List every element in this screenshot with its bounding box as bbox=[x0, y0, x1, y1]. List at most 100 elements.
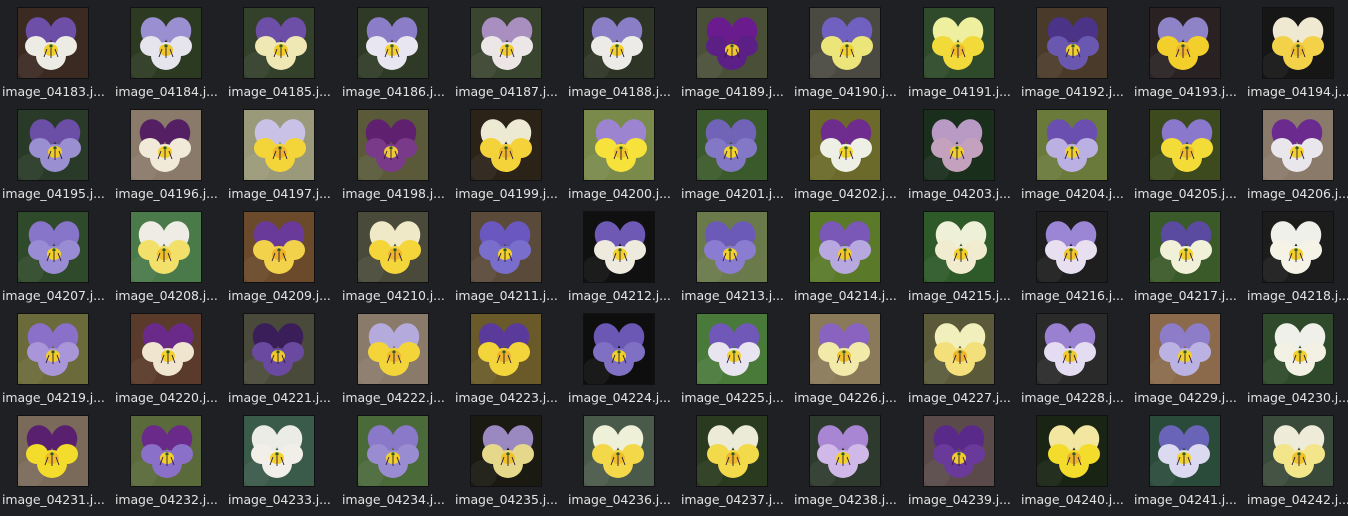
file-item[interactable]: image_04205.j... bbox=[1132, 102, 1245, 204]
file-thumbnail[interactable] bbox=[1037, 110, 1107, 180]
file-item[interactable]: image_04186.j... bbox=[340, 0, 453, 102]
file-name-label[interactable]: image_04241.j... bbox=[1134, 491, 1242, 508]
file-item[interactable]: image_04206.j... bbox=[1245, 102, 1348, 204]
file-name-label[interactable]: image_04233.j... bbox=[228, 491, 336, 508]
file-item[interactable]: image_04212.j... bbox=[566, 204, 679, 306]
file-item[interactable]: image_04238.j... bbox=[792, 408, 905, 510]
file-name-label[interactable]: image_04200.j... bbox=[568, 185, 676, 202]
file-item[interactable]: image_04215.j... bbox=[906, 204, 1019, 306]
file-item[interactable]: image_04209.j... bbox=[226, 204, 339, 306]
file-item[interactable]: image_04201.j... bbox=[679, 102, 792, 204]
file-name-label[interactable]: image_04202.j... bbox=[794, 185, 902, 202]
file-name-label[interactable]: image_04209.j... bbox=[228, 287, 336, 304]
file-name-label[interactable]: image_04203.j... bbox=[908, 185, 1016, 202]
file-thumbnail[interactable] bbox=[584, 212, 654, 282]
file-name-label[interactable]: image_04211.j... bbox=[455, 287, 563, 304]
file-name-label[interactable]: image_04212.j... bbox=[568, 287, 676, 304]
file-thumbnail[interactable] bbox=[1037, 416, 1107, 486]
file-thumbnail[interactable] bbox=[1263, 416, 1333, 486]
file-name-label[interactable]: image_04217.j... bbox=[1134, 287, 1242, 304]
file-name-label[interactable]: image_04195.j... bbox=[2, 185, 110, 202]
file-name-label[interactable]: image_04236.j... bbox=[568, 491, 676, 508]
file-item[interactable]: image_04217.j... bbox=[1132, 204, 1245, 306]
file-thumbnail[interactable] bbox=[131, 314, 201, 384]
file-name-label[interactable]: image_04206.j... bbox=[1247, 185, 1348, 202]
file-item[interactable]: image_04193.j... bbox=[1132, 0, 1245, 102]
file-item[interactable]: image_04232.j... bbox=[113, 408, 226, 510]
file-name-label[interactable]: image_04226.j... bbox=[794, 389, 902, 406]
file-item[interactable]: image_04204.j... bbox=[1019, 102, 1132, 204]
file-thumbnail[interactable] bbox=[131, 212, 201, 282]
file-name-label[interactable]: image_04191.j... bbox=[908, 83, 1016, 100]
file-item[interactable]: image_04222.j... bbox=[340, 306, 453, 408]
file-name-label[interactable]: image_04187.j... bbox=[455, 83, 563, 100]
file-thumbnail[interactable] bbox=[1150, 416, 1220, 486]
file-thumbnail[interactable] bbox=[18, 212, 88, 282]
file-name-label[interactable]: image_04194.j... bbox=[1247, 83, 1348, 100]
file-item[interactable]: image_04226.j... bbox=[792, 306, 905, 408]
file-item[interactable]: image_04184.j... bbox=[113, 0, 226, 102]
file-thumbnail[interactable] bbox=[924, 212, 994, 282]
file-thumbnail[interactable] bbox=[697, 212, 767, 282]
file-thumbnail[interactable] bbox=[244, 416, 314, 486]
file-item[interactable]: image_04225.j... bbox=[679, 306, 792, 408]
file-thumbnail[interactable] bbox=[1263, 8, 1333, 78]
file-item[interactable]: image_04240.j... bbox=[1019, 408, 1132, 510]
file-name-label[interactable]: image_04225.j... bbox=[681, 389, 789, 406]
file-thumbnail[interactable] bbox=[1150, 314, 1220, 384]
file-name-label[interactable]: image_04216.j... bbox=[1021, 287, 1129, 304]
file-thumbnail[interactable] bbox=[131, 416, 201, 486]
file-item[interactable]: image_04234.j... bbox=[340, 408, 453, 510]
file-name-label[interactable]: image_04230.j... bbox=[1247, 389, 1348, 406]
file-thumbnail[interactable] bbox=[1263, 314, 1333, 384]
file-name-label[interactable]: image_04192.j... bbox=[1021, 83, 1129, 100]
file-item[interactable]: image_04197.j... bbox=[226, 102, 339, 204]
file-item[interactable]: image_04190.j... bbox=[792, 0, 905, 102]
file-name-label[interactable]: image_04219.j... bbox=[2, 389, 110, 406]
file-thumbnail[interactable] bbox=[244, 8, 314, 78]
file-item[interactable]: image_04227.j... bbox=[906, 306, 1019, 408]
file-item[interactable]: image_04223.j... bbox=[453, 306, 566, 408]
file-thumbnail[interactable] bbox=[18, 416, 88, 486]
file-name-label[interactable]: image_04239.j... bbox=[908, 491, 1016, 508]
file-thumbnail[interactable] bbox=[924, 110, 994, 180]
file-thumbnail[interactable] bbox=[131, 8, 201, 78]
file-thumbnail[interactable] bbox=[924, 314, 994, 384]
file-name-label[interactable]: image_04218.j... bbox=[1247, 287, 1348, 304]
file-thumbnail[interactable] bbox=[1037, 314, 1107, 384]
file-item[interactable]: image_04196.j... bbox=[113, 102, 226, 204]
file-item[interactable]: image_04216.j... bbox=[1019, 204, 1132, 306]
file-item[interactable]: image_04185.j... bbox=[226, 0, 339, 102]
file-thumbnail[interactable] bbox=[358, 416, 428, 486]
file-thumbnail[interactable] bbox=[471, 110, 541, 180]
file-name-label[interactable]: image_04227.j... bbox=[908, 389, 1016, 406]
file-thumbnail[interactable] bbox=[1263, 110, 1333, 180]
file-thumbnail[interactable] bbox=[1150, 8, 1220, 78]
file-name-label[interactable]: image_04201.j... bbox=[681, 185, 789, 202]
file-item[interactable]: image_04241.j... bbox=[1132, 408, 1245, 510]
file-thumbnail[interactable] bbox=[810, 212, 880, 282]
file-thumbnail[interactable] bbox=[18, 110, 88, 180]
file-name-label[interactable]: image_04197.j... bbox=[228, 185, 336, 202]
file-name-label[interactable]: image_04196.j... bbox=[115, 185, 223, 202]
file-name-label[interactable]: image_04221.j... bbox=[228, 389, 336, 406]
file-thumbnail[interactable] bbox=[810, 314, 880, 384]
file-item[interactable]: image_04189.j... bbox=[679, 0, 792, 102]
file-name-label[interactable]: image_04198.j... bbox=[342, 185, 450, 202]
file-item[interactable]: image_04229.j... bbox=[1132, 306, 1245, 408]
file-name-label[interactable]: image_04220.j... bbox=[115, 389, 223, 406]
file-name-label[interactable]: image_04228.j... bbox=[1021, 389, 1129, 406]
file-name-label[interactable]: image_04210.j... bbox=[342, 287, 450, 304]
file-name-label[interactable]: image_04214.j... bbox=[794, 287, 902, 304]
file-name-label[interactable]: image_04215.j... bbox=[908, 287, 1016, 304]
file-thumbnail[interactable] bbox=[244, 314, 314, 384]
file-thumbnail[interactable] bbox=[471, 212, 541, 282]
file-thumbnail[interactable] bbox=[1150, 212, 1220, 282]
file-item[interactable]: image_04230.j... bbox=[1245, 306, 1348, 408]
file-name-label[interactable]: image_04204.j... bbox=[1021, 185, 1129, 202]
file-item[interactable]: image_04210.j... bbox=[340, 204, 453, 306]
file-thumbnail[interactable] bbox=[697, 8, 767, 78]
file-item[interactable]: image_04202.j... bbox=[792, 102, 905, 204]
file-name-label[interactable]: image_04232.j... bbox=[115, 491, 223, 508]
file-item[interactable]: image_04191.j... bbox=[906, 0, 1019, 102]
